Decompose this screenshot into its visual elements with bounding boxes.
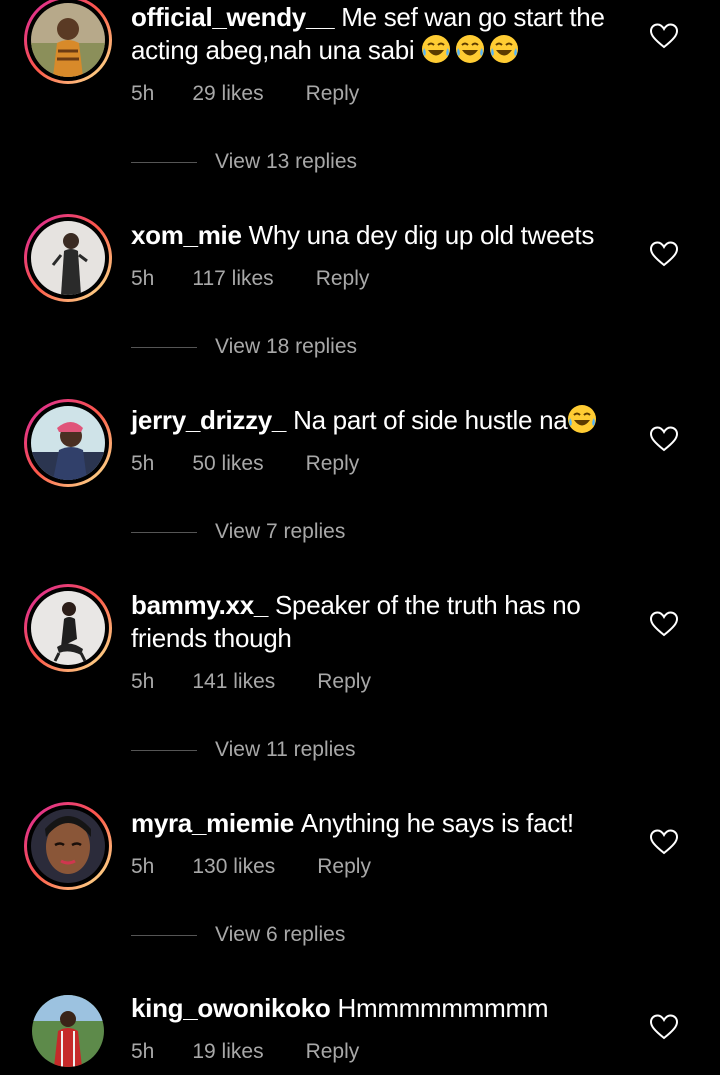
comment-likes[interactable]: 141 likes: [192, 670, 275, 694]
comment-likes[interactable]: 130 likes: [192, 855, 275, 879]
comment-username[interactable]: xom_mie: [131, 220, 242, 250]
view-replies-button[interactable]: View 7 replies: [131, 520, 345, 544]
comment-time: 5h: [131, 267, 155, 290]
replies-divider: [131, 346, 197, 348]
comment-time: 5h: [131, 1040, 155, 1063]
comment-username[interactable]: official_wendy__: [131, 2, 335, 32]
comment-meta: 5h 50 likes Reply: [131, 452, 397, 476]
comment-body: bammy.xx_ Speaker of the truth has no fri…: [131, 589, 621, 655]
comment-time: 5h: [131, 452, 155, 475]
comment-meta: 5h 19 likes Reply: [131, 1040, 397, 1064]
comment-body: king_owonikoko Hmmmmmmmmm: [131, 992, 621, 1025]
avatar[interactable]: [24, 214, 112, 302]
comment-likes[interactable]: 50 likes: [192, 452, 263, 476]
comment-text: Why una dey dig up old tweets: [248, 220, 595, 250]
replies-divider: [131, 531, 197, 533]
avatar[interactable]: [24, 0, 112, 84]
laughing-emoji-icon: [421, 35, 523, 65]
comment-likes[interactable]: 19 likes: [192, 1040, 263, 1064]
comment-meta: 5h 117 likes Reply: [131, 267, 407, 291]
avatar[interactable]: [24, 584, 112, 672]
view-replies-label: View 13 replies: [215, 150, 358, 173]
laughing-emoji-icon: [567, 405, 601, 435]
comment-text: Hmmmmmmmmm: [337, 993, 549, 1023]
like-heart-icon[interactable]: [650, 829, 678, 855]
comment-text: Anything he says is fact!: [300, 808, 574, 838]
comment-likes[interactable]: 117 likes: [192, 267, 273, 291]
comment-text: Na part of side hustle na: [293, 405, 568, 435]
comment-username[interactable]: myra_miemie: [131, 808, 294, 838]
view-replies-button[interactable]: View 11 replies: [131, 738, 355, 762]
comment-meta: 5h 130 likes Reply: [131, 855, 409, 879]
like-heart-icon[interactable]: [650, 1014, 678, 1040]
comment-body: myra_miemie Anything he says is fact!: [131, 807, 621, 840]
comment-username[interactable]: jerry_drizzy_: [131, 405, 286, 435]
like-heart-icon[interactable]: [650, 241, 678, 267]
avatar[interactable]: [24, 802, 112, 890]
view-replies-label: View 6 replies: [215, 923, 346, 946]
reply-button[interactable]: Reply: [306, 452, 360, 476]
replies-divider: [131, 749, 197, 751]
view-replies-label: View 18 replies: [215, 335, 358, 358]
comment-meta: 5h 141 likes Reply: [131, 670, 409, 694]
view-replies-label: View 7 replies: [215, 520, 346, 543]
like-heart-icon[interactable]: [650, 426, 678, 452]
comment-body: xom_mie Why una dey dig up old tweets: [131, 219, 621, 252]
reply-button[interactable]: Reply: [316, 267, 370, 291]
replies-divider: [131, 161, 197, 163]
reply-button[interactable]: Reply: [317, 855, 371, 879]
view-replies-button[interactable]: View 18 replies: [131, 335, 357, 359]
avatar[interactable]: [24, 399, 112, 487]
like-heart-icon[interactable]: [650, 611, 678, 637]
like-heart-icon[interactable]: [650, 23, 678, 49]
comment-username[interactable]: bammy.xx_: [131, 590, 268, 620]
comment-likes[interactable]: 29 likes: [192, 82, 263, 106]
avatar[interactable]: [24, 987, 112, 1075]
comment-meta: 5h 29 likes Reply: [131, 82, 397, 106]
replies-divider: [131, 934, 197, 936]
comment-username[interactable]: king_owonikoko: [131, 993, 331, 1023]
comment-time: 5h: [131, 855, 155, 878]
comment-time: 5h: [131, 82, 155, 105]
comment-time: 5h: [131, 670, 155, 693]
comment-body: official_wendy__ Me sef wan go start the …: [131, 1, 621, 67]
view-replies-label: View 11 replies: [215, 738, 356, 761]
reply-button[interactable]: Reply: [317, 670, 371, 694]
reply-button[interactable]: Reply: [306, 82, 360, 106]
reply-button[interactable]: Reply: [306, 1040, 360, 1064]
view-replies-button[interactable]: View 6 replies: [131, 923, 345, 947]
comment-body: jerry_drizzy_ Na part of side hustle na: [131, 404, 621, 437]
view-replies-button[interactable]: View 13 replies: [131, 150, 357, 174]
